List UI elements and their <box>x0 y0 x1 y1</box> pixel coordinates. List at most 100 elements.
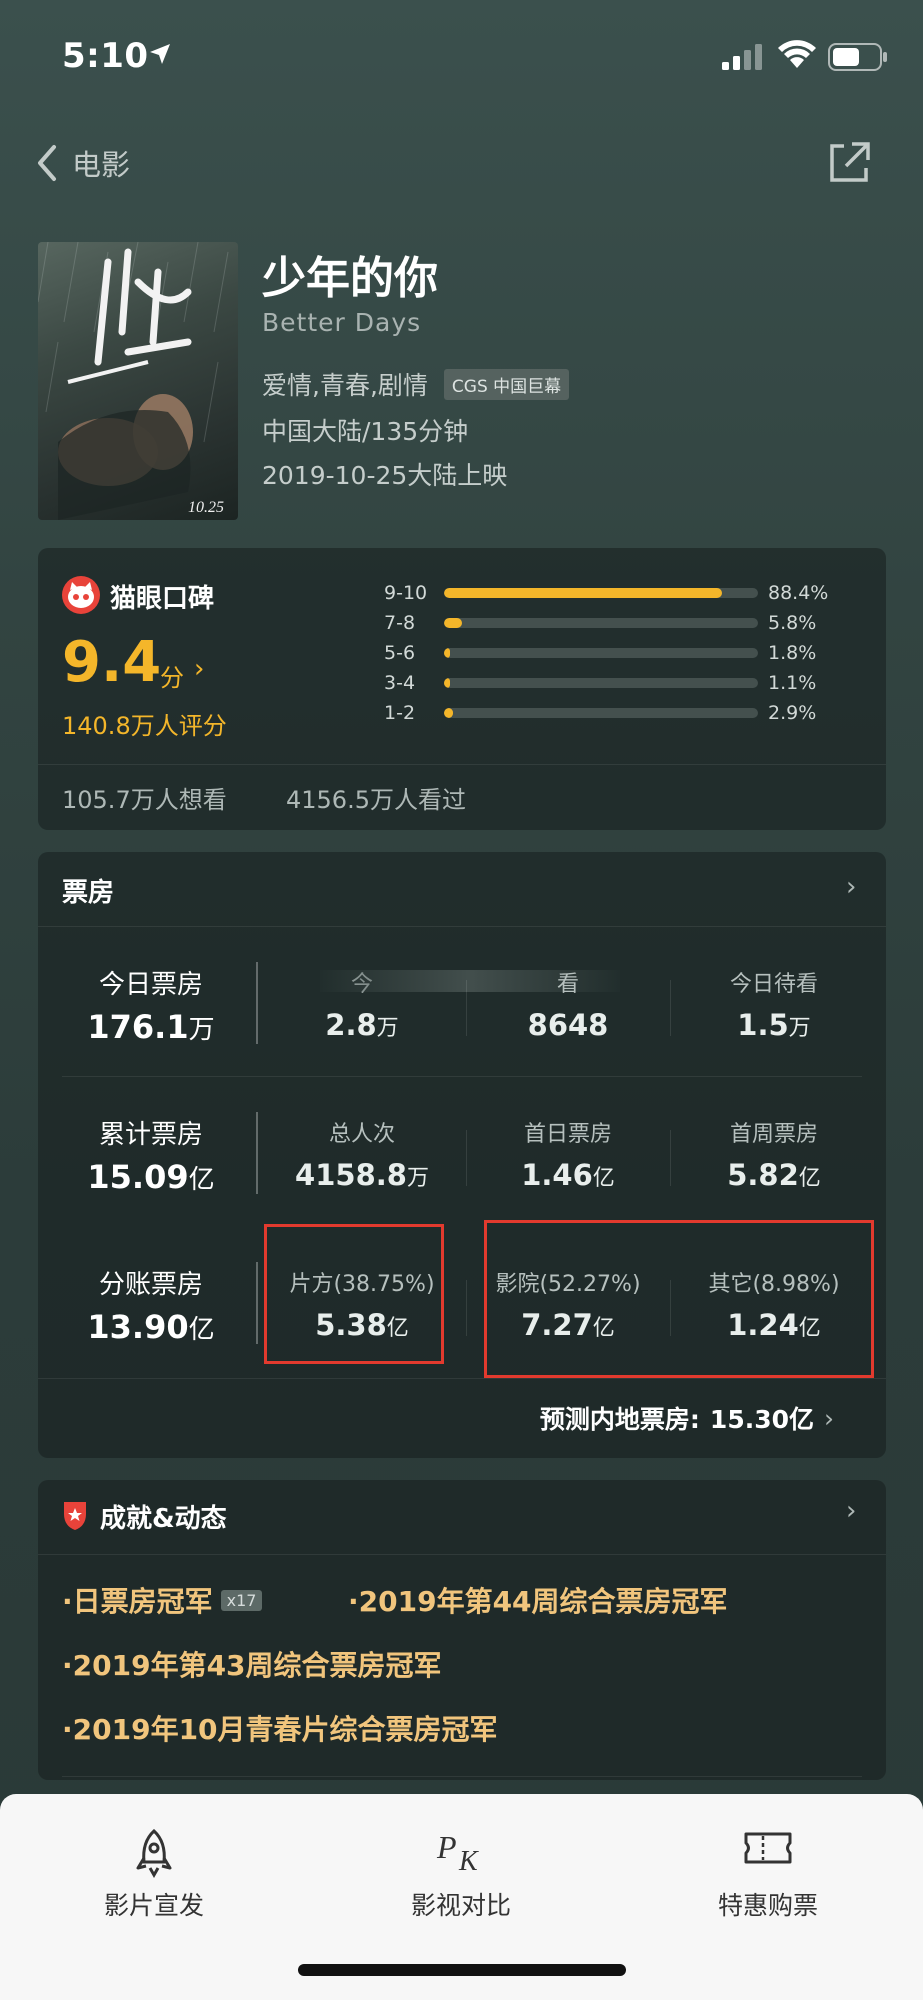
rating-card[interactable]: 猫眼口碑 9.4 分 › 140.8万人评分 9-10 88.4% 7-8 5.8% 5… <box>38 548 886 830</box>
total-box-office-value: 15.09亿 <box>56 1158 246 1196</box>
total-value-number: 15.09 <box>87 1158 189 1196</box>
battery-icon <box>828 43 887 71</box>
rating-bar-track <box>444 648 758 658</box>
today-col3-value: 1.5万 <box>674 1008 874 1042</box>
today-col1-number: 2.8 <box>325 1008 377 1042</box>
achievement-text: ·2019年10月青春片综合票房冠军 <box>62 1713 498 1746</box>
tab-tickets[interactable]: 特惠购票 <box>618 1794 918 1944</box>
tab-tickets-label: 特惠购票 <box>717 1891 818 1920</box>
box-office-card: 票房 › 今日票房 176.1万 今 2.8万 看 8648 今日待看 1.5万… <box>38 852 886 1458</box>
format-badge: CGS 中国巨幕 <box>443 368 570 400</box>
rating-distribution-row: 1-2 2.9% <box>384 702 854 724</box>
rating-distribution-row: 7-8 5.8% <box>384 612 854 634</box>
total-col3-label: 首周票房 <box>729 1122 818 1147</box>
movie-release-date: 2019-10-25大陆上映 <box>262 461 508 490</box>
rating-percent: 1.8% <box>768 642 817 664</box>
achievement-count-badge: x17 <box>220 1589 263 1611</box>
rating-range-label: 5-6 <box>384 642 416 664</box>
rating-distribution-row: 3-4 1.1% <box>384 672 854 694</box>
rating-count: 140.8万人评分 <box>62 712 227 740</box>
achievement-item[interactable]: ·日票房冠军 x17 <box>62 1580 263 1620</box>
rating-percent: 2.9% <box>768 702 817 724</box>
achievement-item[interactable]: ·2019年第44周综合票房冠军 <box>348 1580 728 1620</box>
share-icon[interactable] <box>826 140 872 186</box>
highlight-box <box>264 1224 444 1364</box>
forecast-row[interactable]: 预测内地票房: 15.30亿 › <box>540 1400 834 1436</box>
achievement-item[interactable]: ·2019年第43周综合票房冠军 <box>62 1644 442 1684</box>
rating-bar-track <box>444 678 758 688</box>
box-office-title: 票房 <box>62 878 115 908</box>
divider <box>38 1554 886 1555</box>
rating-range-label: 7-8 <box>384 612 416 634</box>
divider <box>466 980 467 1036</box>
rating-distribution-row: 9-10 88.4% <box>384 582 854 604</box>
split-value-number: 13.90 <box>87 1308 189 1346</box>
total-col1-unit: 万 <box>406 1166 429 1191</box>
achievements-chevron-icon[interactable]: › <box>846 1496 856 1526</box>
rating-percent: 5.8% <box>768 612 817 634</box>
achievement-item[interactable]: ·2019年10月青春片综合票房冠军 <box>62 1708 498 1748</box>
total-col2-number: 1.46 <box>521 1158 593 1192</box>
tab-compare[interactable]: P K 影视对比 <box>311 1794 611 1944</box>
rating-bar-track <box>444 588 758 598</box>
rating-range-label: 9-10 <box>384 582 428 604</box>
status-time: 5:10 <box>62 36 149 76</box>
rating-range-label: 1-2 <box>384 702 416 724</box>
split-box-office-label: 分账票房 <box>98 1270 203 1300</box>
rating-chevron-icon[interactable]: › <box>194 654 204 684</box>
today-value-number: 176.1 <box>87 1008 189 1046</box>
back-button[interactable]: 电影 <box>34 142 130 184</box>
rating-source: 猫眼口碑 <box>110 584 215 614</box>
total-value-unit: 亿 <box>188 1165 215 1195</box>
rating-percent: 88.4% <box>768 582 829 604</box>
achievements-card: 成就&动态 › ·日票房冠军 x17 ·2019年第44周综合票房冠军 ·201… <box>38 1480 886 1780</box>
divider <box>466 1130 467 1186</box>
divider <box>670 980 671 1036</box>
svg-text:K: K <box>458 1846 479 1876</box>
forecast-label: 预测内地票房: <box>539 1405 700 1434</box>
movie-genres-row: 爱情,青春,剧情 CGS 中国巨幕 <box>262 366 570 402</box>
rating-bar-track <box>444 618 758 628</box>
divider <box>38 926 886 927</box>
rating-score: 9.4 <box>62 630 162 695</box>
divider <box>466 1280 467 1336</box>
poster-art: 10.25 <box>38 242 229 520</box>
today-col1-value: 2.8万 <box>262 1008 462 1042</box>
divider <box>38 1378 886 1379</box>
rating-distribution-row: 5-6 1.8% <box>384 642 854 664</box>
status-bar: 5:10 <box>0 0 923 110</box>
movie-title: 少年的你 <box>262 253 438 304</box>
today-box-office-label: 今日票房 <box>98 970 203 1000</box>
rating-score-unit: 分 <box>160 664 184 692</box>
cellular-signal-icon <box>722 44 762 70</box>
total-col1-label: 总人次 <box>328 1122 395 1147</box>
chevron-left-icon <box>38 145 56 181</box>
wifi-icon <box>778 40 816 68</box>
back-label: 电影 <box>72 148 131 182</box>
total-col2-unit: 亿 <box>592 1166 615 1191</box>
forecast-value: 15.30亿 <box>709 1405 814 1434</box>
achievements-title: 成就&动态 <box>100 1504 227 1534</box>
home-indicator[interactable] <box>298 1964 626 1976</box>
box-office-chevron-icon[interactable]: › <box>846 872 856 902</box>
split-value-unit: 亿 <box>188 1315 215 1345</box>
divider <box>38 764 886 765</box>
total-col3-unit: 亿 <box>798 1166 821 1191</box>
have-seen-count: 4156.5万人看过 <box>286 786 466 814</box>
total-col3-number: 5.82 <box>727 1158 799 1192</box>
divider <box>670 1130 671 1186</box>
movie-poster[interactable]: 10.25 <box>38 242 238 520</box>
rating-bar-fill <box>444 678 450 688</box>
tab-promotion[interactable]: 影片宣发 <box>4 1794 304 1944</box>
today-value-unit: 万 <box>188 1015 215 1045</box>
today-col2-value: 8648 <box>468 1008 668 1042</box>
total-col3-value: 5.82亿 <box>674 1158 874 1192</box>
split-box-office-value: 13.90亿 <box>56 1308 246 1346</box>
today-col2-number: 8648 <box>527 1008 609 1042</box>
rating-percent: 1.1% <box>768 672 817 694</box>
rating-bar-fill <box>444 648 450 658</box>
divider <box>62 1076 862 1077</box>
total-col2-value: 1.46亿 <box>468 1158 668 1192</box>
medal-icon <box>64 1502 86 1530</box>
svg-text:10.25: 10.25 <box>188 499 224 516</box>
